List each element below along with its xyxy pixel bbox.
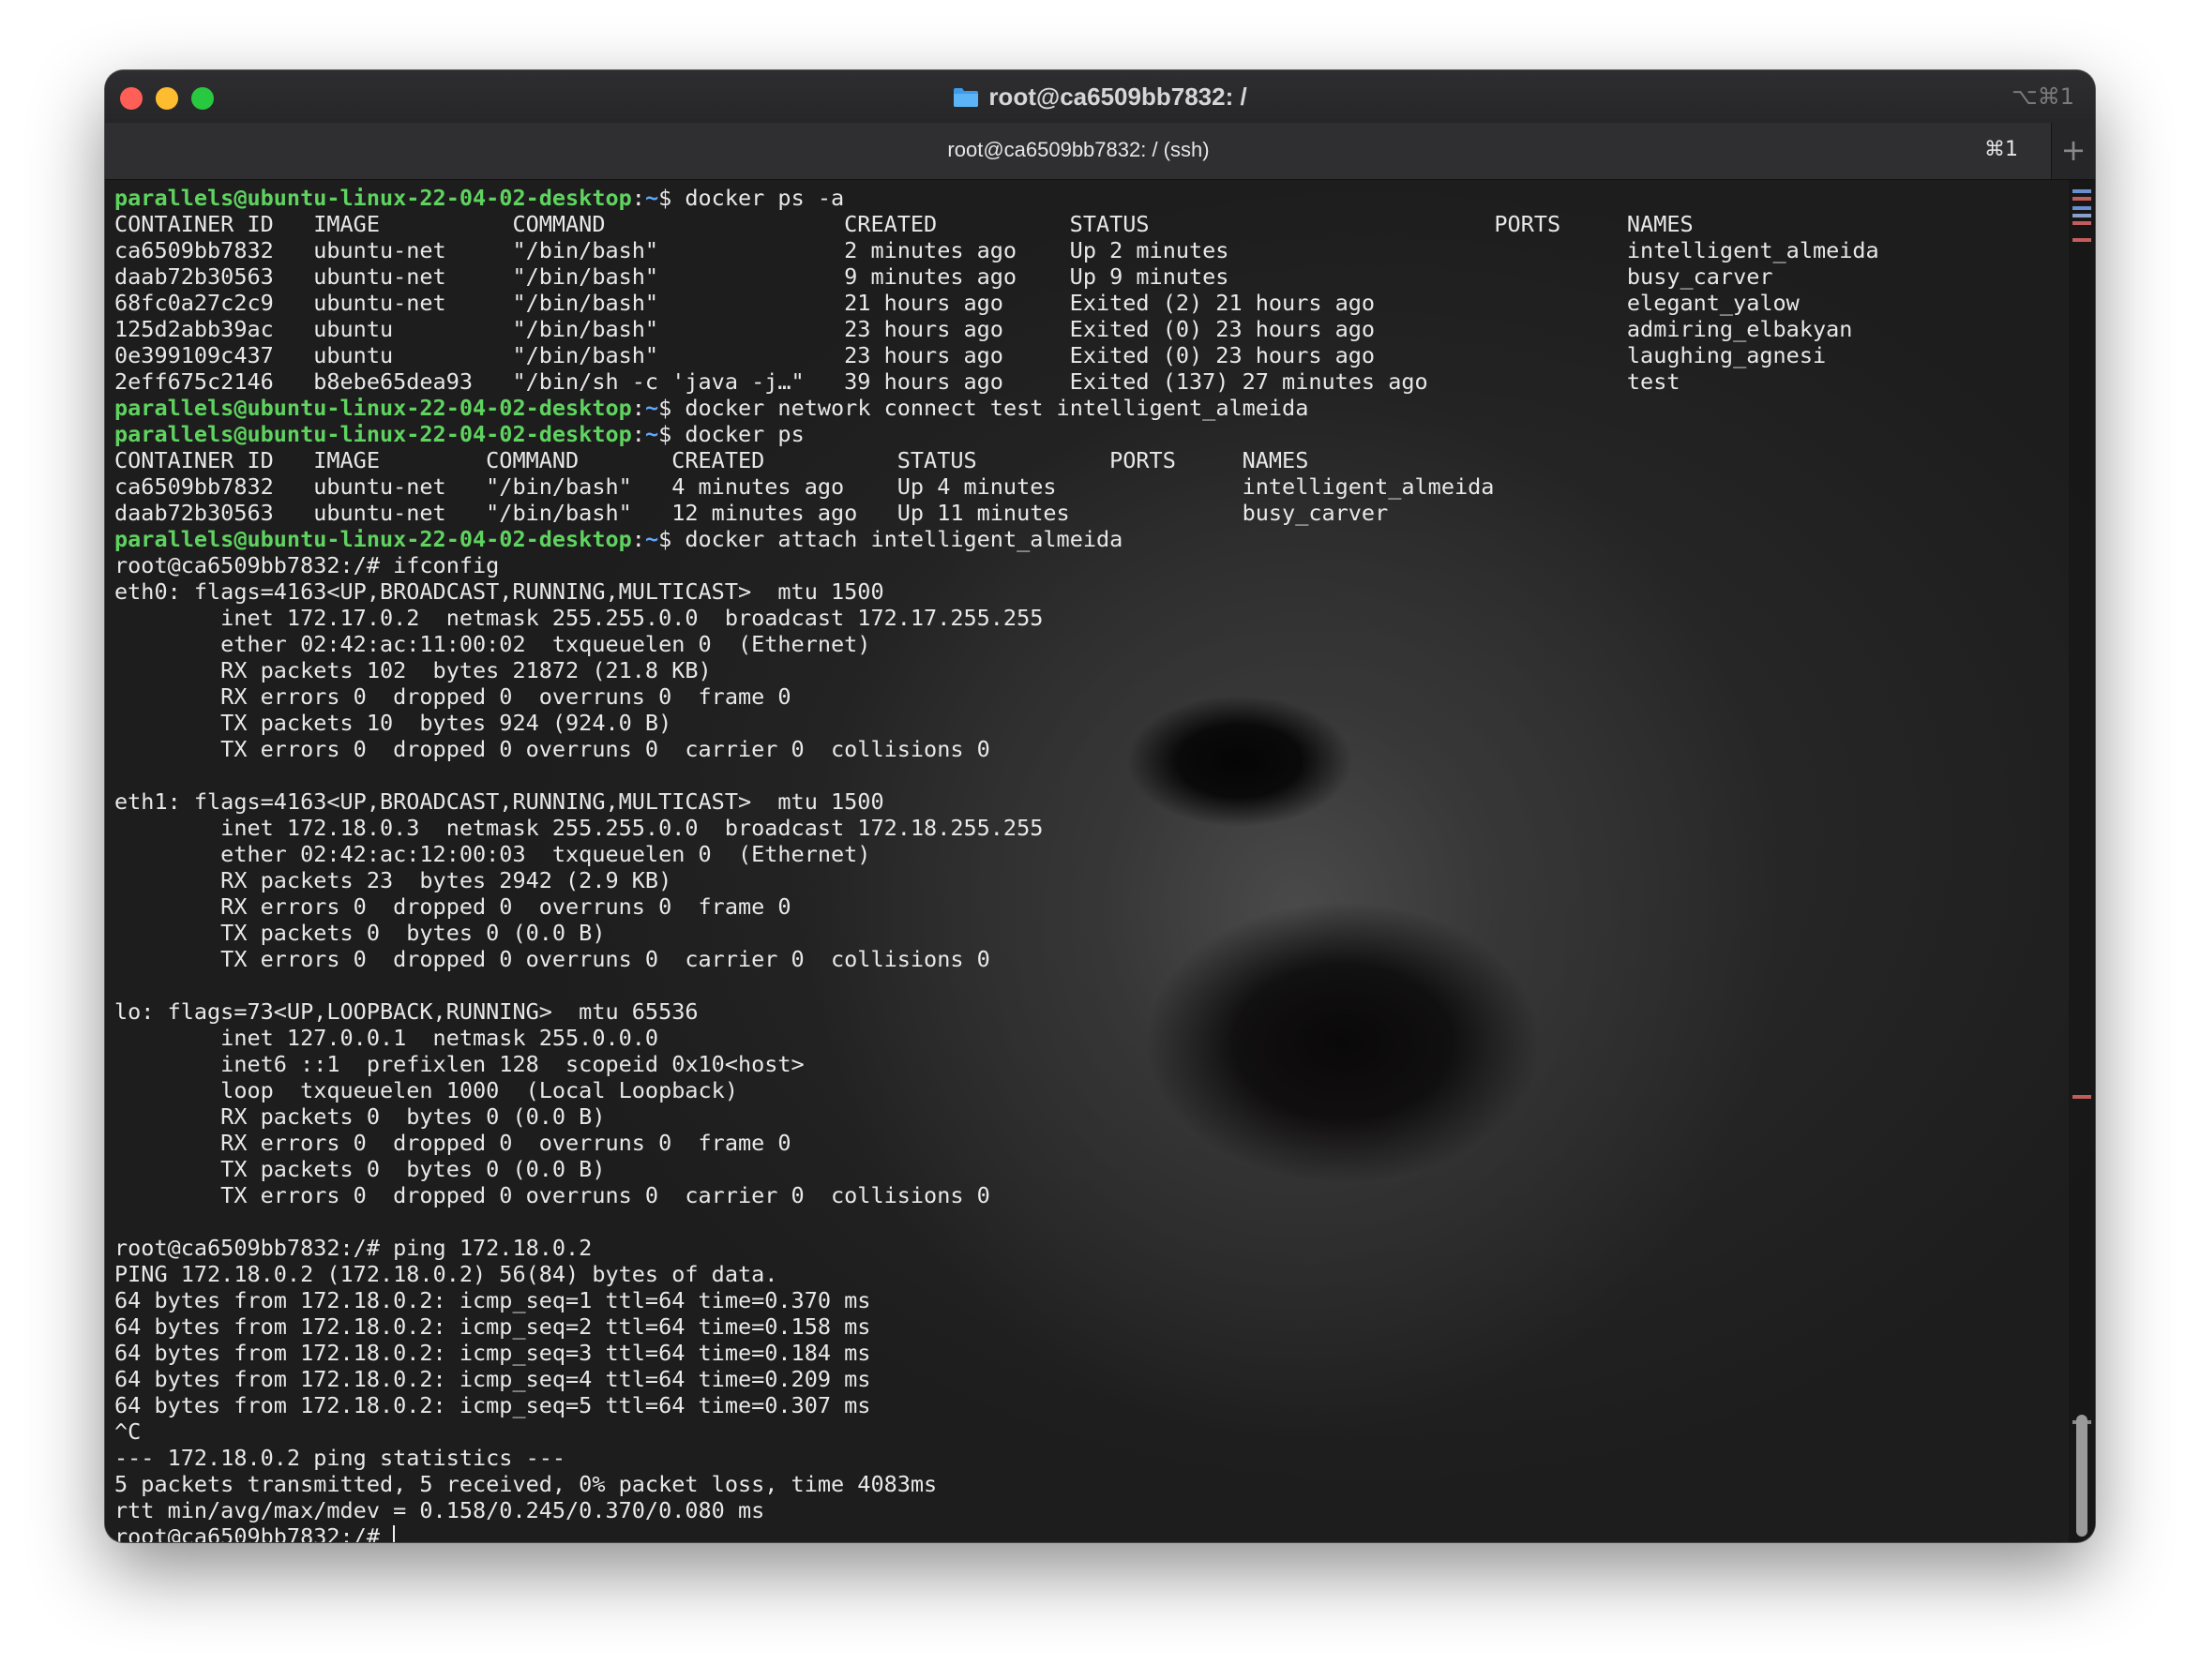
tab-bar: root@ca6509bb7832: / (ssh) ⌘1 + (105, 123, 2095, 180)
new-tab-button[interactable]: + (2051, 123, 2095, 179)
prompt-user: parallels@ubuntu-linux-22-04-02-desktop (114, 185, 632, 211)
output-line: rtt min/avg/max/mdev = 0.158/0.245/0.370… (114, 1497, 765, 1523)
prompt-separator: : (631, 526, 645, 552)
prompt-user: parallels@ubuntu-linux-22-04-02-desktop (114, 526, 632, 552)
output-line: 64 bytes from 172.18.0.2: icmp_seq=5 ttl… (114, 1392, 871, 1418)
output-line: RX errors 0 dropped 0 overruns 0 frame 0 (114, 1130, 791, 1156)
output-line: PING 172.18.0.2 (172.18.0.2) 56(84) byte… (114, 1261, 778, 1287)
output-line: 68fc0a27c2c9 ubuntu-net "/bin/bash" 21 h… (114, 290, 1800, 316)
terminal-output[interactable]: parallels@ubuntu-linux-22-04-02-desktop:… (114, 185, 1879, 1542)
active-prompt: root@ca6509bb7832:/# (114, 1523, 394, 1542)
output-line: RX errors 0 dropped 0 overruns 0 frame 0 (114, 893, 791, 920)
output-line: daab72b30563 ubuntu-net "/bin/bash" 12 m… (114, 500, 1389, 526)
output-line: daab72b30563 ubuntu-net "/bin/bash" 9 mi… (114, 263, 1773, 290)
output-line: TX packets 10 bytes 924 (924.0 B) (114, 710, 672, 736)
scroll-marker (2072, 214, 2091, 218)
output-line: RX errors 0 dropped 0 overruns 0 frame 0 (114, 683, 791, 710)
output-line: 64 bytes from 172.18.0.2: icmp_seq=2 ttl… (114, 1313, 871, 1340)
output-line: 64 bytes from 172.18.0.2: icmp_seq=4 ttl… (114, 1366, 871, 1392)
tab-title: root@ca6509bb7832: / (ssh) (947, 138, 1210, 161)
output-line: root@ca6509bb7832:/# ping 172.18.0.2 (114, 1235, 593, 1261)
scrollbar[interactable] (2069, 180, 2095, 1542)
window-title-container: root@ca6509bb7832: / (105, 80, 2095, 113)
output-line: inet 127.0.0.1 netmask 255.0.0.0 (114, 1025, 659, 1051)
output-line: 125d2abb39ac ubuntu "/bin/bash" 23 hours… (114, 316, 1853, 342)
prompt-line: parallels@ubuntu-linux-22-04-02-desktop:… (114, 526, 1879, 552)
scroll-marker (2072, 189, 2091, 193)
output-line: loop txqueuelen 1000 (Local Loopback) (114, 1077, 738, 1103)
prompt-user: parallels@ubuntu-linux-22-04-02-desktop (114, 421, 632, 447)
scroll-marker (2072, 221, 2091, 225)
terminal-window: root@ca6509bb7832: / ⌥⌘1 root@ca6509bb78… (105, 70, 2095, 1542)
output-line: CONTAINER ID IMAGE COMMAND CREATED STATU… (114, 447, 1309, 473)
command-text: $ docker attach intelligent_almeida (658, 526, 1123, 552)
output-line: --- 172.18.0.2 ping statistics --- (114, 1445, 566, 1471)
output-line: eth1: flags=4163<UP,BROADCAST,RUNNING,MU… (114, 788, 884, 815)
prompt-separator: : (631, 395, 645, 421)
title-bar[interactable]: root@ca6509bb7832: / ⌥⌘1 (105, 70, 2095, 123)
output-line: 2eff675c2146 b8ebe65dea93 "/bin/sh -c 'j… (114, 368, 1680, 395)
text-cursor[interactable] (393, 1525, 396, 1542)
prompt-line: parallels@ubuntu-linux-22-04-02-desktop:… (114, 421, 1879, 447)
prompt-user: parallels@ubuntu-linux-22-04-02-desktop (114, 395, 632, 421)
output-line: RX packets 0 bytes 0 (0.0 B) (114, 1103, 606, 1130)
scroll-marker (2072, 206, 2091, 210)
output-line: ether 02:42:ac:12:00:03 txqueuelen 0 (Et… (114, 841, 871, 867)
output-line: TX errors 0 dropped 0 overruns 0 carrier… (114, 1182, 990, 1208)
folder-icon (954, 88, 979, 107)
output-line: RX packets 23 bytes 2942 (2.9 KB) (114, 867, 672, 893)
scrollbar-thumb[interactable] (2076, 1415, 2087, 1537)
output-line: inet6 ::1 prefixlen 128 scopeid 0x10<hos… (114, 1051, 805, 1077)
tab-shortcut: ⌘1 (1984, 138, 2018, 161)
command-text: $ docker ps (658, 421, 805, 447)
active-prompt-line: root@ca6509bb7832:/# (114, 1523, 1879, 1542)
output-line: ca6509bb7832 ubuntu-net "/bin/bash" 4 mi… (114, 473, 1495, 500)
prompt-separator: : (631, 421, 645, 447)
prompt-path: ~ (644, 421, 659, 447)
plus-icon: + (2060, 132, 2087, 168)
output-line: lo: flags=73<UP,LOOPBACK,RUNNING> mtu 65… (114, 998, 699, 1025)
output-line: inet 172.17.0.2 netmask 255.255.0.0 broa… (114, 605, 1044, 631)
output-line: ^C (114, 1418, 142, 1445)
output-line: 64 bytes from 172.18.0.2: icmp_seq=3 ttl… (114, 1340, 871, 1366)
prompt-path: ~ (644, 395, 659, 421)
output-line: 0e399109c437 ubuntu "/bin/bash" 23 hours… (114, 342, 1827, 368)
scroll-marker (2072, 197, 2091, 201)
output-line: ether 02:42:ac:11:00:02 txqueuelen 0 (Et… (114, 631, 871, 657)
output-line: root@ca6509bb7832:/# ifconfig (114, 552, 500, 578)
output-line: CONTAINER ID IMAGE COMMAND CREATED STATU… (114, 211, 1694, 237)
command-text: $ docker network connect test intelligen… (658, 395, 1309, 421)
output-line: ca6509bb7832 ubuntu-net "/bin/bash" 2 mi… (114, 237, 1879, 263)
command-text: $ docker ps -a (658, 185, 845, 211)
output-line: TX packets 0 bytes 0 (0.0 B) (114, 1156, 606, 1182)
prompt-line: parallels@ubuntu-linux-22-04-02-desktop:… (114, 395, 1879, 421)
output-line: eth0: flags=4163<UP,BROADCAST,RUNNING,MU… (114, 578, 884, 605)
tab-ssh[interactable]: root@ca6509bb7832: / (ssh) ⌘1 (105, 123, 2052, 179)
output-line: TX errors 0 dropped 0 overruns 0 carrier… (114, 946, 990, 972)
output-line: RX packets 102 bytes 21872 (21.8 KB) (114, 657, 712, 683)
scroll-marker (2072, 1095, 2091, 1099)
window-title: root@ca6509bb7832: / (988, 82, 1247, 111)
prompt-separator: : (631, 185, 645, 211)
prompt-path: ~ (644, 526, 659, 552)
output-line: inet 172.18.0.3 netmask 255.255.0.0 broa… (114, 815, 1044, 841)
terminal-area[interactable]: parallels@ubuntu-linux-22-04-02-desktop:… (105, 180, 2095, 1542)
output-line: 64 bytes from 172.18.0.2: icmp_seq=1 ttl… (114, 1287, 871, 1313)
prompt-path: ~ (644, 185, 659, 211)
output-line: TX packets 0 bytes 0 (0.0 B) (114, 920, 606, 946)
window-shortcut: ⌥⌘1 (2012, 83, 2074, 110)
scroll-marker (2072, 238, 2091, 242)
prompt-line: parallels@ubuntu-linux-22-04-02-desktop:… (114, 185, 1879, 211)
output-line: 5 packets transmitted, 5 received, 0% pa… (114, 1471, 938, 1497)
output-line: TX errors 0 dropped 0 overruns 0 carrier… (114, 736, 990, 762)
